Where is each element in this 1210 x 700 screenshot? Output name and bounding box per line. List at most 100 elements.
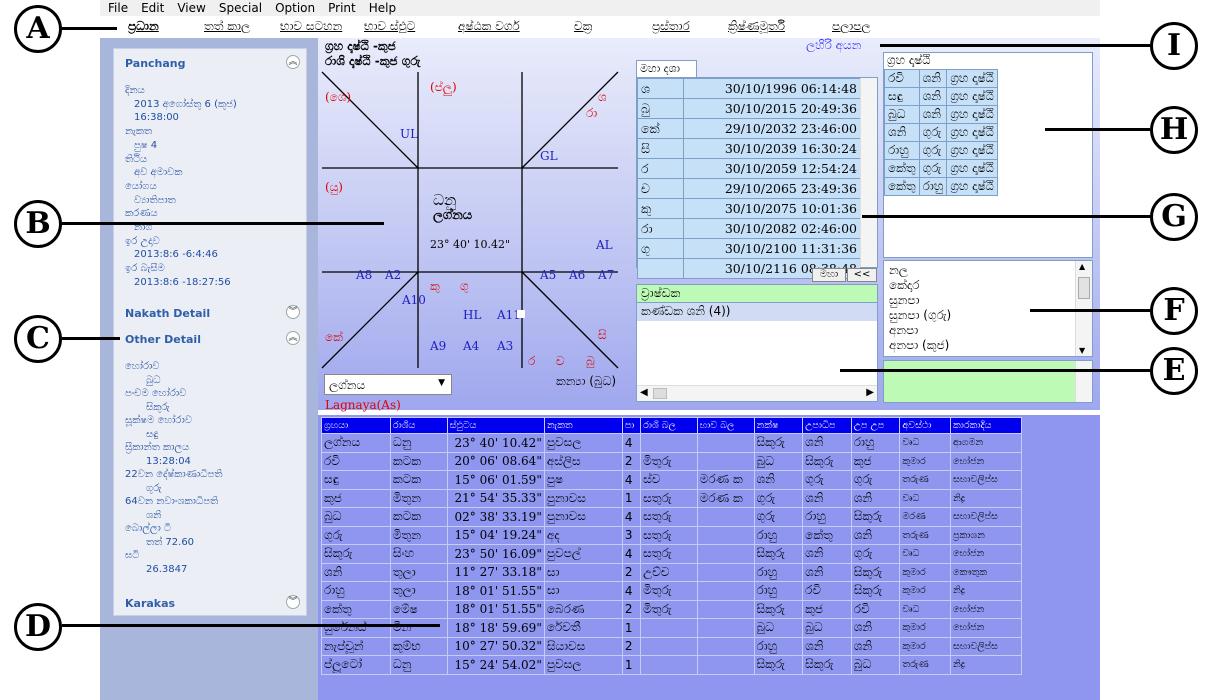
nakath-detail-title[interactable]: Nakath Detail (125, 307, 210, 320)
dasha-row[interactable]: ගු 30/10/2100 11:31:36 (637, 238, 861, 259)
dasha-row[interactable]: ච 29/10/2065 23:49:36 (637, 178, 861, 199)
chart-cell-label: ර (528, 354, 536, 368)
dasha-row[interactable]: බු 30/10/2015 20:49:36 (637, 98, 861, 119)
chart-cell-label: A4 (463, 339, 480, 353)
panchang-item: ව්‍යාතිපාත (134, 194, 176, 206)
menu-special[interactable]: Special (219, 0, 262, 16)
planet-row[interactable]: කේතු මේෂ 18° 01' 51.55" බෙරණ 2 මිතුරු සිකුරු කු… (321, 599, 1022, 619)
planet-table-header[interactable]: ග්‍රහයා (321, 417, 391, 434)
planet-table-header[interactable]: රාශි බල (640, 417, 698, 434)
planet-table-header[interactable]: නක්ෂ (753, 417, 804, 434)
lahiri-ayana-link[interactable]: ලහිරි අයන (806, 38, 861, 53)
graha-drishti-row[interactable]: බුධ ශනි ග්‍රහ දෘෂ්ඨි (884, 105, 998, 124)
callout-line-f (1030, 309, 1150, 312)
other-detail-item: ගුරු (146, 482, 162, 494)
planet-row[interactable]: ශනි තුලා 11° 27' 33.18" සා 2 උච්ච රාහු ශනි සිකුර… (321, 562, 1022, 582)
dasha-row[interactable]: සි 30/10/2039 16:30:24 (637, 138, 861, 159)
callout-line-i (880, 44, 1150, 47)
menu-file[interactable]: File (108, 0, 128, 16)
planet-table-header[interactable]: අවස්ථා (899, 417, 952, 434)
planet-row[interactable]: කුජ මිතුන 21° 54' 35.33" පුනාවස 1 සතුරු මරණ කග… (321, 488, 1022, 508)
tab-bhava-chart[interactable]: භාව සටහන (280, 19, 342, 34)
panchang-title[interactable]: Panchang (125, 57, 186, 70)
planet-table-header[interactable]: කාරකාදිය (950, 417, 1022, 434)
panchang-item: නැකත (125, 126, 153, 138)
ascendant-dropdown[interactable]: ලග්නය ▼ (324, 374, 452, 395)
planet-row[interactable]: නැප්චූන් කුම්භ 10° 27' 50.32" සියාවස 2 රාහු ශන… (321, 636, 1022, 656)
chart-cell-label: A3 (497, 339, 514, 353)
tab-chakra[interactable]: චක්‍ර (574, 19, 592, 34)
dasha-scrollbar[interactable] (860, 78, 877, 267)
menu-help[interactable]: Help (369, 0, 396, 16)
maha-button[interactable]: මහා (812, 268, 846, 282)
planet-row[interactable]: බුධ කටක 02° 38' 33.19" පුනාවස 4 සතුරු ගුරු රාහු… (321, 507, 1022, 527)
planet-row[interactable]: සිකුරු සිංහ 23° 50' 16.09" පුවපල් 4 සතුරු සිකු… (321, 544, 1022, 564)
planet-row[interactable]: රාහු තුලා 18° 01' 51.55" සා 4 මිතුරු රාහු රවි සි… (321, 581, 1022, 601)
yoga-horizontal-scrollbar[interactable]: ◀ ▶ (637, 385, 877, 401)
yoga-list-item[interactable]: අනපා (889, 323, 1087, 338)
graha-drishti-row[interactable]: කේතු රාහු ග්‍රහ දෘෂ්ඨි (884, 177, 998, 196)
yoga-list-item[interactable]: නල (889, 263, 1087, 278)
planet-row[interactable]: සඳු කටක 15° 06' 01.59" පුෂ 4 ස්ව මරණ ක ශනි ගුරු ග… (321, 470, 1022, 490)
tab-current-time[interactable]: තත් කාල (204, 19, 250, 34)
chart-cell-label: A8 (356, 268, 373, 282)
yoga-list-item[interactable]: සුනපා (889, 293, 1087, 308)
menu-print[interactable]: Print (328, 0, 356, 16)
menu-edit[interactable]: Edit (141, 0, 164, 16)
chart-cell-label: A7 (598, 268, 615, 282)
yoga-row[interactable]: කණ්ඩක ශනි (4)) (637, 303, 877, 321)
chart-cell-label: GL (540, 149, 558, 163)
dasha-row[interactable]: ශ 30/10/1996 06:14:48 (637, 78, 861, 99)
callout-f: F (1150, 287, 1198, 335)
graha-drishti-row[interactable]: කේතු ගුරු ග්‍රහ දෘෂ්ඨි (884, 159, 998, 178)
expand-icon[interactable]: ︾ (286, 305, 300, 319)
tab-ashtaka-varga[interactable]: අෂ්ඨක වර්ග (458, 19, 520, 34)
planet-table-header[interactable]: භාව බල (696, 417, 755, 434)
tab-prastara[interactable]: ප්‍රස්තාර (652, 19, 690, 34)
tab-main[interactable]: ප්‍රධාන (128, 19, 159, 34)
karakas-title[interactable]: Karakas (125, 597, 175, 610)
planet-row[interactable]: ලග්නය ධනු 23° 40' 10.42" පුවසල 4 සිකුරු ශනි රාහ… (321, 433, 1022, 453)
planet-table-header[interactable]: උප උප (850, 417, 901, 434)
callout-g: G (1150, 193, 1198, 241)
other-detail-item: සිකුරු (146, 401, 170, 413)
planet-table: ග්‍රහයා රාශිය ස්ඵුටය නැකත පා රාශි බල භාව බල නක්… (321, 417, 1022, 675)
planet-row[interactable]: ගුරු මිතුන 15° 04' 19.24" අද 3 සතුරු රාහු කේතු ශ… (321, 525, 1022, 545)
dasha-row[interactable]: කු 30/10/2075 10:01:36 (637, 198, 861, 219)
planet-table-header[interactable]: නැකත (543, 417, 623, 434)
planet-row[interactable]: ප්ලූටෝ ධනු 15° 24' 54.02" පුවසල 1 සිකුරු සිකුර… (321, 655, 1022, 675)
menu-view[interactable]: View (177, 0, 205, 16)
tab-krishnamurti[interactable]: ක්‍රිෂ්ණමූර්ති (728, 19, 785, 34)
tab-palapala[interactable]: පලාපල (832, 19, 871, 34)
graha-drishti-row[interactable]: සඳු ශනි ග්‍රහ දෘෂ්ඨි (884, 87, 998, 106)
expand-icon[interactable]: ︾ (286, 595, 300, 609)
panchang-item: යෝගය (125, 180, 157, 192)
yoga-list-item[interactable]: අනපා (කුජ) (889, 338, 1087, 353)
graha-drishti-row[interactable]: ශනි ගුරු ග්‍රහ දෘෂ්ඨි (884, 123, 998, 142)
chart-cell-label: A6 (569, 268, 586, 282)
graha-drishti-row[interactable]: රවි ශනි ග්‍රහ දෘෂ්ඨි (884, 69, 998, 88)
planet-row[interactable]: යුරේනස් මීන 18° 18' 59.69" රේවතී 1 බුධ බුධ ශනි ක… (321, 618, 1022, 638)
callout-line-h (1045, 128, 1150, 131)
panchang-item: දිනය (125, 85, 145, 96)
other-detail-title[interactable]: Other Detail (125, 333, 201, 346)
menu-option[interactable]: Option (275, 0, 315, 16)
dasha-header-tab[interactable]: මහා දශා (636, 60, 697, 78)
back-button[interactable]: << (847, 268, 877, 282)
graha-drishti-row[interactable]: රාහු ගුරු ග්‍රහ දෘෂ්ඨි (884, 141, 998, 160)
green-scrollbar[interactable] (1075, 361, 1092, 402)
planet-table-header[interactable]: උපාධිප (802, 417, 852, 434)
dasha-row[interactable]: ර 30/10/2059 12:54:24 (637, 158, 861, 179)
planet-row[interactable]: රවි කටක 20° 06' 08.64" අස්ලිස 2 මිතුරු බුධ සිකු… (321, 451, 1022, 471)
collapse-icon[interactable]: ︽ (286, 55, 300, 69)
tab-bhava-sphuta[interactable]: භාව ස්ඵුට (364, 19, 415, 34)
dasha-row[interactable]: කේ 29/10/2032 23:46:00 (637, 118, 861, 139)
graha-drishti-header: ග්‍රහ දෘෂ්ඨි (887, 53, 931, 67)
planet-table-header[interactable]: ස්ඵුටය (446, 417, 545, 434)
collapse-icon[interactable]: ︽ (286, 331, 300, 345)
yoga-list-item[interactable]: කේදාර (889, 278, 1087, 293)
dasha-row[interactable]: රා 30/10/2082 02:46:00 (637, 218, 861, 239)
other-detail-item: බොල්ලා ටී (125, 523, 172, 534)
planet-table-header[interactable]: රාශිය (389, 417, 448, 434)
planet-table-header[interactable]: පා (621, 417, 642, 434)
